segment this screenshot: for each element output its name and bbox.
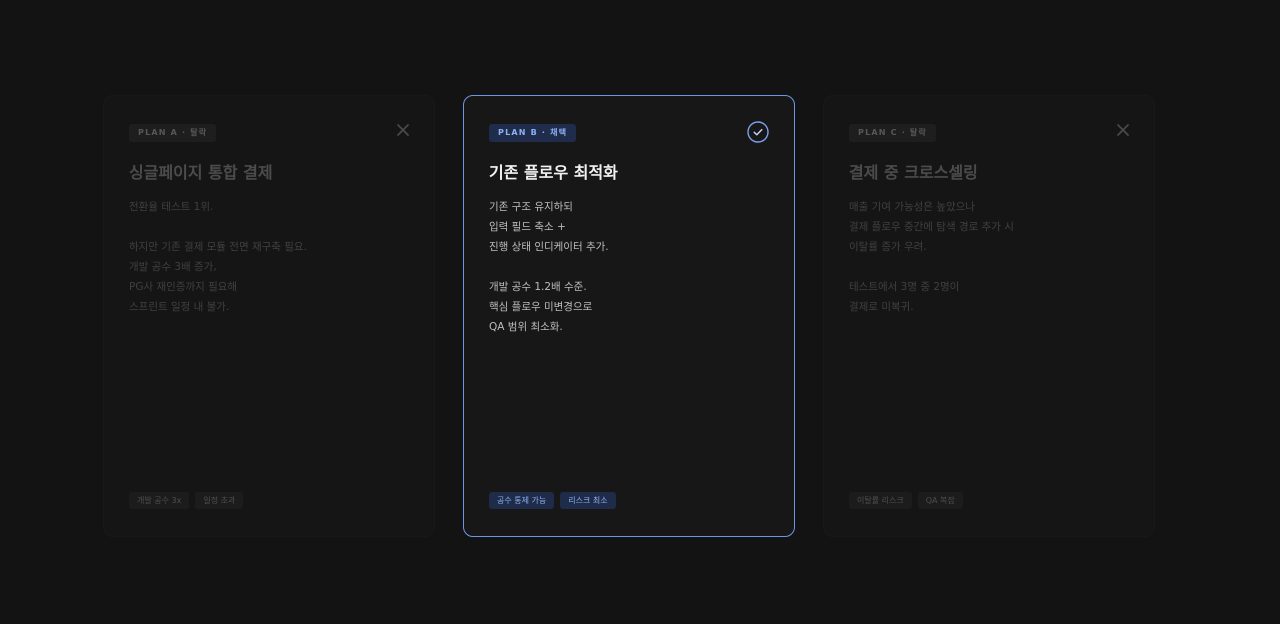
description-line: 기존 구조 유지하되	[489, 201, 573, 213]
description-line: 진행 상태 인디케이터 추가.	[489, 241, 609, 253]
plan-badge: PLAN A · 탈락	[129, 124, 217, 142]
plan-tags: 공수 통제 가능 리스크 최소	[489, 492, 616, 509]
plan-card-b[interactable]: PLAN B · 채택 기존 플로우 최적화 기존 구조 유지하되 입력 필드 …	[463, 95, 795, 537]
description-line: 매출 기여 가능성은 높았으나	[849, 201, 975, 213]
check-circle-icon[interactable]	[747, 121, 769, 143]
description-line: 결제 플로우 중간에 탐색 경로 추가 시	[849, 221, 1014, 233]
tag: 공수 통제 가능	[489, 492, 555, 509]
plan-card-a[interactable]: PLAN A · 탈락 싱글페이지 통합 결제 전환율 테스트 1위. 하지만 …	[103, 95, 435, 537]
plan-title: 기존 플로우 최적화	[489, 163, 618, 182]
description-line: 전환율 테스트 1위.	[129, 201, 214, 213]
description-line: 결제로 미복귀.	[849, 301, 914, 313]
plan-description: 매출 기여 가능성은 높았으나 결제 플로우 중간에 탐색 경로 추가 시 이탈…	[849, 197, 1139, 317]
tag: 개발 공수 3x	[129, 492, 190, 509]
description-line: 핵심 플로우 미변경으로	[489, 301, 593, 313]
plan-tags: 이탈률 리스크 QA 복잡	[849, 492, 963, 509]
description-line	[129, 217, 419, 237]
description-line: 스프린트 일정 내 불가.	[129, 301, 230, 313]
description-line: 이탈률 증가 우려.	[849, 241, 927, 253]
description-line	[489, 257, 779, 277]
description-line: 개발 공수 3배 증가,	[129, 261, 217, 273]
plan-description: 전환율 테스트 1위. 하지만 기존 결제 모듈 전면 재구축 필요. 개발 공…	[129, 197, 419, 317]
description-line: QA 범위 최소화.	[489, 321, 563, 333]
close-icon[interactable]	[396, 123, 410, 137]
plan-title: 싱글페이지 통합 결제	[129, 163, 273, 182]
plan-title: 결제 중 크로스셀링	[849, 163, 978, 182]
plan-comparison: PLAN A · 탈락 싱글페이지 통합 결제 전환율 테스트 1위. 하지만 …	[0, 0, 1280, 624]
tag: 이탈률 리스크	[849, 492, 912, 509]
plan-description: 기존 구조 유지하되 입력 필드 축소 + 진행 상태 인디케이터 추가. 개발…	[489, 197, 779, 337]
description-line	[849, 257, 1139, 277]
plan-card-c[interactable]: PLAN C · 탈락 결제 중 크로스셀링 매출 기여 가능성은 높았으나 결…	[823, 95, 1155, 537]
tag: QA 복잡	[917, 492, 963, 509]
plan-tags: 개발 공수 3x 일정 초과	[129, 492, 244, 509]
description-line: 개발 공수 1.2배 수준.	[489, 281, 587, 293]
description-line: 테스트에서 3명 중 2명이	[849, 281, 960, 293]
description-line: PG사 재인증까지 필요해	[129, 281, 238, 293]
description-line: 입력 필드 축소 +	[489, 221, 566, 233]
tag: 리스크 최소	[560, 492, 616, 509]
plan-badge: PLAN B · 채택	[489, 124, 577, 142]
plan-badge: PLAN C · 탈락	[849, 124, 937, 142]
close-icon[interactable]	[1116, 123, 1130, 137]
description-line: 하지만 기존 결제 모듈 전면 재구축 필요.	[129, 241, 307, 253]
tag: 일정 초과	[195, 492, 244, 509]
